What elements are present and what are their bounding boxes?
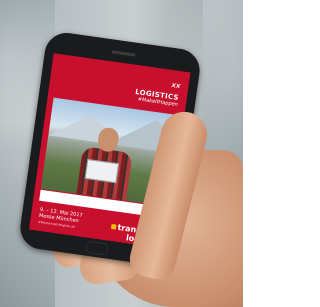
home-button[interactable] [85,240,109,256]
person-head [96,126,120,153]
speaker-grille [111,50,136,57]
brand-mark: xx [170,80,181,91]
ad-headline: LOGISTICS #MakeItHappen [134,88,180,108]
tablet-device [84,158,120,184]
